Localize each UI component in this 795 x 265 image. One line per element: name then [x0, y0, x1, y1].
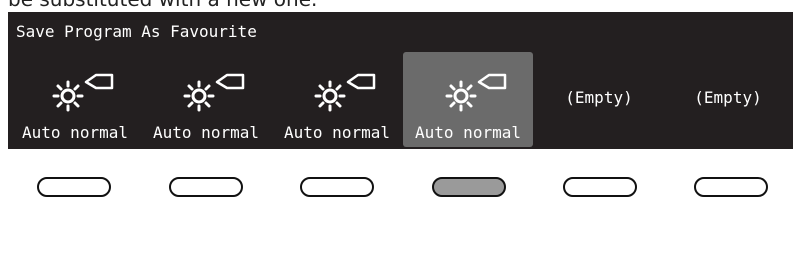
- screen-title: Save Program As Favourite: [16, 22, 257, 41]
- soft-key-1[interactable]: [37, 177, 111, 197]
- sun-program-icon: [445, 73, 507, 112]
- slot-label: Auto normal: [22, 123, 128, 142]
- favourite-slot-3[interactable]: Auto normal: [272, 52, 402, 147]
- slot-label: Auto normal: [153, 123, 259, 142]
- sun-program-icon: [183, 73, 245, 112]
- slot-empty-label: (Empty): [565, 88, 633, 107]
- sun-program-icon: [314, 73, 376, 112]
- favourite-slot-1[interactable]: Auto normal: [10, 52, 140, 147]
- slot-empty-label: (Empty): [694, 88, 762, 107]
- favourite-slot-6-empty[interactable]: (Empty): [663, 52, 793, 147]
- favourite-slot-5-empty[interactable]: (Empty): [534, 52, 664, 147]
- soft-key-3[interactable]: [300, 177, 374, 197]
- display-panel: Save Program As Favourite Auto normal Au…: [8, 12, 793, 149]
- soft-key-4-active[interactable]: [432, 177, 506, 197]
- favourite-slot-4-selected[interactable]: Auto normal: [403, 52, 533, 147]
- cropped-context-text-strip: be substituted with a new one.: [0, 0, 795, 12]
- context-text: be substituted with a new one.: [8, 0, 317, 11]
- soft-key-6[interactable]: [694, 177, 768, 197]
- soft-key-2[interactable]: [169, 177, 243, 197]
- slot-label: Auto normal: [415, 123, 521, 142]
- soft-key-5[interactable]: [563, 177, 637, 197]
- sun-program-icon: [52, 73, 114, 112]
- slot-label: Auto normal: [284, 123, 390, 142]
- favourite-slot-2[interactable]: Auto normal: [141, 52, 271, 147]
